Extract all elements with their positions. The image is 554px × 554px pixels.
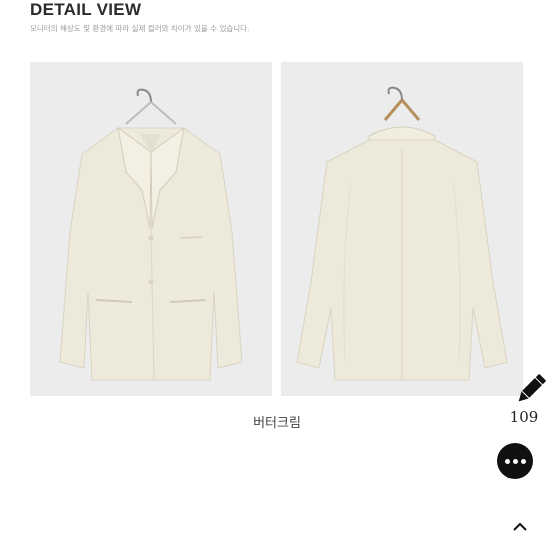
jacket-back-photo xyxy=(281,62,523,396)
scroll-top-button[interactable] xyxy=(509,516,531,538)
color-caption: 버터크림 xyxy=(253,416,301,431)
color-notice: 모니터의 해상도 및 환경에 따라 실제 컬러와 차이가 있을 수 있습니다. xyxy=(30,24,250,33)
edit-button[interactable] xyxy=(494,370,554,408)
pencil-icon xyxy=(518,374,546,402)
chat-button[interactable] xyxy=(497,443,533,481)
chevron-up-icon xyxy=(513,522,527,531)
view-count: 109 xyxy=(509,408,539,426)
jacket-front-photo xyxy=(30,62,272,396)
section-title: DETAIL VIEW xyxy=(30,0,142,19)
